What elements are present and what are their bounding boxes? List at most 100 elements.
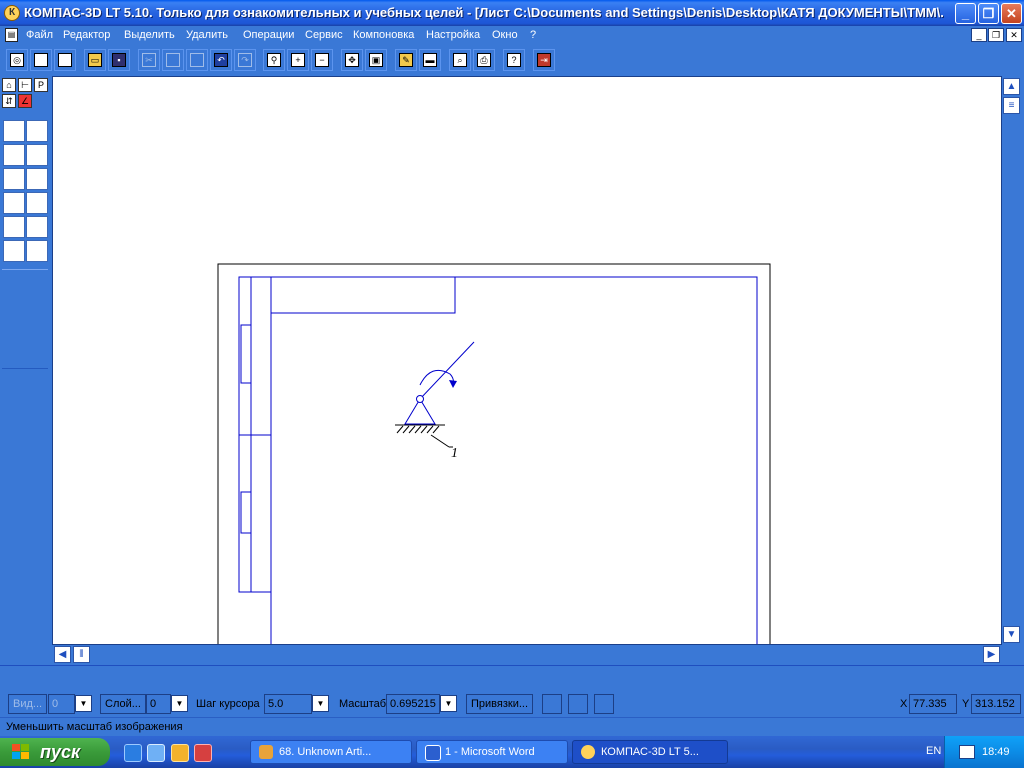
hatch-tool-icon[interactable] xyxy=(26,240,48,262)
redo-icon[interactable]: ↷ xyxy=(234,49,256,71)
vertical-scrollbar[interactable]: ▲ ≡ ▼ xyxy=(1002,76,1022,645)
scroll-left-button[interactable]: ◀ xyxy=(54,646,71,663)
start-button[interactable]: пуск xyxy=(0,738,110,766)
document-menu-icon[interactable]: ▤ xyxy=(5,28,18,42)
quick-launch-app-icon[interactable] xyxy=(194,744,212,762)
mdi-minimize-button[interactable]: _ xyxy=(971,28,987,42)
layer-button[interactable]: Слой... xyxy=(100,694,146,714)
auxiliary-line-icon[interactable] xyxy=(26,120,48,142)
scroll-down-button[interactable]: ▼ xyxy=(1003,626,1020,643)
save-icon[interactable]: ▪ xyxy=(108,49,130,71)
x-coord-label: X xyxy=(900,698,908,710)
menu-file[interactable]: Файл xyxy=(26,29,53,41)
paste-icon[interactable] xyxy=(186,49,208,71)
ellipse-tool-icon[interactable] xyxy=(3,192,25,214)
view-value-field[interactable]: 0 xyxy=(48,694,75,714)
fillet-tool-icon[interactable] xyxy=(26,216,48,238)
menu-layout[interactable]: Компоновка xyxy=(353,29,414,41)
zoom-out-icon[interactable]: − xyxy=(311,49,333,71)
mdi-restore-button[interactable]: ❐ xyxy=(988,28,1004,42)
zoom-fit-icon[interactable]: ▣ xyxy=(365,49,387,71)
task-unknown-article[interactable]: 68. Unknown Arti... xyxy=(250,740,412,764)
arc-tool-icon[interactable] xyxy=(26,168,48,190)
menu-operations[interactable]: Операции xyxy=(243,29,294,41)
exit-icon[interactable]: ⇥ xyxy=(533,49,555,71)
language-indicator[interactable]: EN xyxy=(926,745,941,757)
rectangle-tool-icon[interactable] xyxy=(3,240,25,262)
scale-field[interactable]: 0.695215 xyxy=(386,694,440,714)
copy-icon[interactable] xyxy=(162,49,184,71)
current-state-bar: Вид... 0 ▼ Слой... 0 ▼ Шаг курсора 5.0 ▼… xyxy=(0,689,1024,717)
help-icon[interactable]: ? xyxy=(503,49,525,71)
menu-delete[interactable]: Удалить xyxy=(186,29,228,41)
status-bar: Уменьшить масштаб изображения xyxy=(0,717,1024,737)
pan-icon[interactable]: ✥ xyxy=(341,49,363,71)
task-kompas[interactable]: КОМПАС-3D LT 5... xyxy=(572,740,728,764)
sheet-inner-frame xyxy=(270,276,758,644)
parallel-segment-icon[interactable] xyxy=(26,144,48,166)
scroll-right-button[interactable]: ▶ xyxy=(983,646,1000,663)
maximize-button[interactable]: ❐ xyxy=(978,3,999,24)
close-button[interactable]: ✕ xyxy=(1001,3,1022,24)
snaps-button[interactable]: Привязки... xyxy=(466,694,534,714)
special-control-bar xyxy=(0,665,1024,690)
ortho-mode-icon[interactable] xyxy=(594,694,614,714)
grid-snap-icon[interactable] xyxy=(542,694,562,714)
layer-dropdown-icon[interactable]: ▼ xyxy=(171,695,188,712)
menu-window[interactable]: Окно xyxy=(492,29,518,41)
menu-select[interactable]: Выделить xyxy=(124,29,175,41)
drawing-canvas[interactable]: 1 xyxy=(52,76,1002,645)
edit-tab-icon[interactable]: ⇵ xyxy=(2,94,16,108)
winamp-icon[interactable] xyxy=(171,744,189,762)
print-icon[interactable]: ⎙ xyxy=(473,49,495,71)
layer-value-field[interactable]: 0 xyxy=(146,694,171,714)
cut-icon[interactable]: ✂ xyxy=(138,49,160,71)
point-tool-icon[interactable] xyxy=(3,120,25,142)
sheet-outer-border xyxy=(217,263,771,644)
grid-icon[interactable] xyxy=(568,694,588,714)
geometry-tab-icon[interactable]: ⌂ xyxy=(2,78,16,92)
menu-service[interactable]: Сервис xyxy=(305,29,343,41)
vertical-scroll-thumb[interactable]: ≡ xyxy=(1003,97,1020,114)
zoom-in-icon[interactable]: + xyxy=(287,49,309,71)
circle-tool-icon[interactable] xyxy=(3,168,25,190)
internet-explorer-icon[interactable] xyxy=(124,744,142,762)
text-tab-icon[interactable]: Р xyxy=(34,78,48,92)
menu-editor[interactable]: Редактор xyxy=(63,29,110,41)
horizontal-scroll-thumb[interactable]: ⦀ xyxy=(73,646,90,663)
show-desktop-icon[interactable] xyxy=(147,744,165,762)
menu-settings[interactable]: Настройка xyxy=(426,29,480,41)
open-icon[interactable]: ▭ xyxy=(84,49,106,71)
task-microsoft-word[interactable]: 1 - Microsoft Word xyxy=(416,740,568,764)
view-dropdown-icon[interactable]: ▼ xyxy=(75,695,92,712)
menu-help[interactable]: ? xyxy=(530,29,536,41)
windows-taskbar: пуск 68. Unknown Arti... 1 - Microsoft W… xyxy=(0,736,1024,768)
measure-tab-icon[interactable]: ∠ xyxy=(18,94,32,108)
manager-icon[interactable]: ◎ xyxy=(6,49,28,71)
refresh-icon[interactable]: ✎ xyxy=(395,49,417,71)
task-folder-icon xyxy=(259,745,273,759)
new-sheet-icon[interactable] xyxy=(54,49,76,71)
segment-tool-icon[interactable] xyxy=(3,144,25,166)
dimensions-tab-icon[interactable]: ⊢ xyxy=(18,78,32,92)
view-button[interactable]: Вид... xyxy=(8,694,48,714)
horizontal-scrollbar[interactable]: ◀ ⦀ ▶ xyxy=(52,645,1002,665)
spline-tool-icon[interactable] xyxy=(26,192,48,214)
scale-dropdown-icon[interactable]: ▼ xyxy=(440,695,457,712)
x-coord-field[interactable]: 77.335 xyxy=(909,694,957,714)
y-coord-field[interactable]: 313.152 xyxy=(971,694,1021,714)
mdi-close-button[interactable]: ✕ xyxy=(1006,28,1022,42)
rotation-arrow xyxy=(419,369,455,388)
minimize-button[interactable]: _ xyxy=(955,3,976,24)
undo-icon[interactable]: ↶ xyxy=(210,49,232,71)
kompas-app-icon[interactable]: К xyxy=(4,5,20,21)
cursor-step-dropdown-icon[interactable]: ▼ xyxy=(312,695,329,712)
chamfer-tool-icon[interactable] xyxy=(3,216,25,238)
layers-icon[interactable]: ▬ xyxy=(419,49,441,71)
scroll-up-button[interactable]: ▲ xyxy=(1003,78,1020,95)
new-document-icon[interactable] xyxy=(30,49,52,71)
print-preview-icon[interactable]: ⌕ xyxy=(449,49,471,71)
cursor-step-field[interactable]: 5.0 xyxy=(264,694,312,714)
tray-app-icon[interactable] xyxy=(959,745,975,759)
zoom-icon[interactable]: ⚲ xyxy=(263,49,285,71)
